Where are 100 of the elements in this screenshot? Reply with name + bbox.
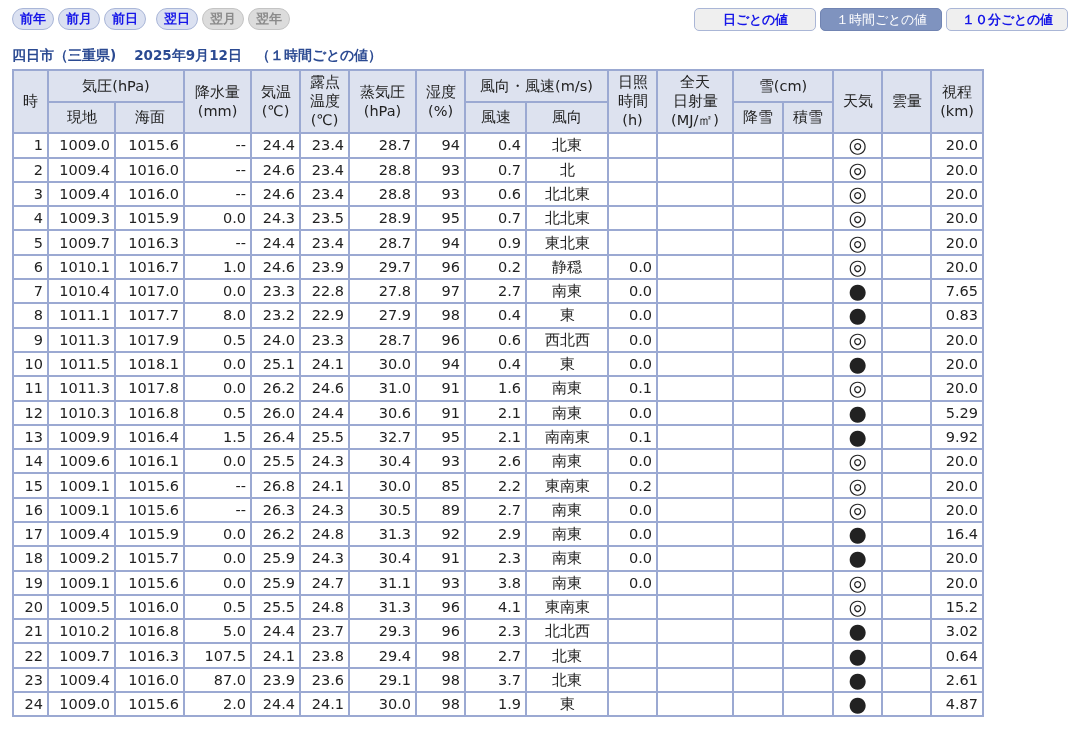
table-cell: 0.0 bbox=[608, 254, 658, 280]
table-cell: 107.5 bbox=[184, 643, 251, 668]
table-cell: 4.87 bbox=[931, 692, 984, 717]
table-cell: 24.6 bbox=[251, 254, 300, 280]
weather-symbol-cell: ● bbox=[833, 522, 883, 547]
table-cell: 1011.3 bbox=[48, 376, 115, 401]
table-cell: 23.3 bbox=[251, 279, 300, 304]
table-cell: 12 bbox=[13, 400, 48, 425]
table-cell: 31.0 bbox=[349, 376, 416, 401]
table-cell: 26.8 bbox=[251, 473, 300, 498]
table-cell: 30.4 bbox=[349, 449, 416, 474]
table-cell: 19 bbox=[13, 570, 48, 595]
table-cell: 92 bbox=[416, 522, 465, 547]
table-cell: 5.29 bbox=[931, 400, 984, 425]
nav-button[interactable]: 前月 bbox=[58, 8, 100, 30]
table-cell: 23.5 bbox=[300, 206, 349, 231]
table-cell: 1009.1 bbox=[48, 497, 115, 522]
table-cell: 1011.1 bbox=[48, 303, 115, 328]
table-cell: 1009.4 bbox=[48, 157, 115, 182]
table-cell: 0.4 bbox=[465, 303, 526, 328]
table-cell: 南東 bbox=[526, 570, 609, 595]
table-cell: 北北西 bbox=[526, 619, 609, 644]
table-cell: 1015.6 bbox=[115, 473, 184, 498]
table-cell: 1016.4 bbox=[115, 424, 184, 450]
table-cell: 20.0 bbox=[931, 206, 984, 231]
table-cell: 28.8 bbox=[349, 181, 416, 207]
table-cell: 9 bbox=[13, 327, 48, 352]
table-cell: 24.8 bbox=[300, 594, 349, 620]
weather-symbol-cell: ● bbox=[833, 351, 883, 377]
table-cell: 1016.3 bbox=[115, 643, 184, 668]
table-cell: 94 bbox=[416, 351, 465, 377]
table-cell: 0.0 bbox=[608, 400, 658, 425]
table-cell: -- bbox=[184, 497, 251, 522]
table-cell: 24.4 bbox=[251, 619, 300, 644]
table-cell: 24.1 bbox=[300, 473, 349, 498]
table-cell: 30.4 bbox=[349, 546, 416, 571]
weather-symbol-cell: ● bbox=[833, 692, 883, 717]
column-header: 全天日射量(MJ/㎡) bbox=[657, 70, 734, 134]
table-cell: 95 bbox=[416, 424, 465, 450]
table-cell: 0.6 bbox=[465, 181, 526, 207]
table-cell: 28.9 bbox=[349, 206, 416, 231]
table-cell: 1016.7 bbox=[115, 254, 184, 280]
table-cell: 0.0 bbox=[184, 522, 251, 547]
table-cell: 29.4 bbox=[349, 643, 416, 668]
table-cell: 23.4 bbox=[300, 230, 349, 255]
table-cell: 94 bbox=[416, 133, 465, 158]
table-cell: 8.0 bbox=[184, 303, 251, 328]
table-cell: 0.0 bbox=[608, 497, 658, 522]
view-tab[interactable]: 日ごとの値 bbox=[694, 8, 816, 31]
table-cell: 1016.1 bbox=[115, 449, 184, 474]
table-cell: 1009.4 bbox=[48, 667, 115, 693]
table-cell: 0.0 bbox=[608, 327, 658, 352]
table-cell: 1009.7 bbox=[48, 643, 115, 668]
column-header: 降雪 bbox=[733, 101, 784, 134]
table-cell: 1009.2 bbox=[48, 546, 115, 571]
nav-button[interactable]: 前年 bbox=[12, 8, 54, 30]
table-cell: 2.3 bbox=[465, 546, 526, 571]
table-cell: 24.0 bbox=[251, 327, 300, 352]
weather-symbol-cell: ◎ bbox=[833, 133, 883, 158]
table-cell: 20 bbox=[13, 594, 48, 620]
nav-button[interactable]: 翌日 bbox=[156, 8, 198, 30]
table-cell: 98 bbox=[416, 303, 465, 328]
table-cell: 0.2 bbox=[608, 473, 658, 498]
weather-symbol-cell: ◎ bbox=[833, 570, 883, 595]
table-cell: 1009.1 bbox=[48, 570, 115, 595]
table-cell: 1009.3 bbox=[48, 206, 115, 231]
table-cell: 24.1 bbox=[300, 692, 349, 717]
table-cell: 25.5 bbox=[300, 424, 349, 450]
table-cell: 23.9 bbox=[300, 254, 349, 280]
table-cell: 30.6 bbox=[349, 400, 416, 425]
column-header: 風速 bbox=[465, 101, 526, 134]
table-cell: 26.2 bbox=[251, 522, 300, 547]
table-cell: 東南東 bbox=[526, 473, 609, 498]
table-cell: 2.7 bbox=[465, 643, 526, 668]
table-cell: 3.02 bbox=[931, 619, 984, 644]
table-cell: 85 bbox=[416, 473, 465, 498]
table-cell: 1011.3 bbox=[48, 327, 115, 352]
table-cell: 0.7 bbox=[465, 206, 526, 231]
table-cell: 14 bbox=[13, 449, 48, 474]
table-cell: 24.7 bbox=[300, 570, 349, 595]
table-cell: 26.4 bbox=[251, 424, 300, 450]
table-cell: 93 bbox=[416, 181, 465, 207]
weather-symbol-cell: ● bbox=[833, 400, 883, 425]
table-cell: 28.7 bbox=[349, 133, 416, 158]
table-cell: 1009.0 bbox=[48, 133, 115, 158]
weather-symbol-cell: ◎ bbox=[833, 254, 883, 280]
view-tab[interactable]: １０分ごとの値 bbox=[946, 8, 1068, 31]
table-cell: 0.1 bbox=[608, 424, 658, 450]
weather-symbol-cell: ◎ bbox=[833, 497, 883, 522]
nav-button[interactable]: 前日 bbox=[104, 8, 146, 30]
table-cell: 89 bbox=[416, 497, 465, 522]
table-cell: 1017.7 bbox=[115, 303, 184, 328]
table-cell: 0.7 bbox=[465, 157, 526, 182]
table-cell: 93 bbox=[416, 157, 465, 182]
table-cell: 24.6 bbox=[251, 181, 300, 207]
weather-symbol-cell: ◎ bbox=[833, 376, 883, 401]
table-cell: 0.5 bbox=[184, 400, 251, 425]
table-cell: 南南東 bbox=[526, 424, 609, 450]
weather-symbol-cell: ◎ bbox=[833, 181, 883, 207]
table-cell: 0.0 bbox=[608, 570, 658, 595]
